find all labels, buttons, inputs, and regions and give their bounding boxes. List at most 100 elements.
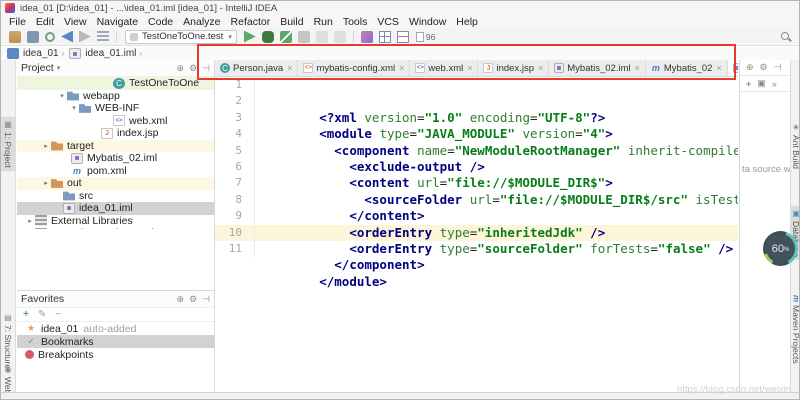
tree-item[interactable]: web.xml	[17, 115, 214, 128]
expander-icon[interactable]: ▸	[41, 142, 51, 150]
tree-item[interactable]: TestOneToOne	[17, 77, 214, 90]
coverage-icon[interactable]	[279, 30, 292, 43]
plugin-badge[interactable]: 96	[415, 31, 435, 42]
stop-icon[interactable]	[297, 30, 310, 43]
code-token: =	[650, 240, 658, 256]
close-icon[interactable]: ×	[538, 63, 543, 73]
tool-window-button[interactable]: ▦ 1: Project	[1, 117, 15, 171]
add-icon[interactable]: +	[746, 79, 751, 89]
annotate-icon[interactable]	[97, 30, 109, 43]
data-grid-icon[interactable]	[378, 30, 391, 43]
tool-window-button[interactable]: m Maven Projects	[791, 292, 799, 367]
step-into-icon[interactable]	[315, 30, 328, 43]
expander-icon[interactable]: ▸	[25, 217, 35, 225]
locate-icon[interactable]: ⊕	[177, 63, 185, 74]
editor-tab[interactable]: Person.java ×	[215, 60, 299, 76]
editor-tab-label: web.xml	[428, 62, 464, 74]
window-title: idea_01 [D:\idea_01] - ...\idea_01.iml […	[20, 2, 278, 14]
chevron-down-icon[interactable]: ▾	[57, 64, 61, 72]
close-icon[interactable]: ×	[399, 63, 404, 73]
menu-item[interactable]: VCS	[372, 16, 404, 28]
code-editor[interactable]: 1 <?xml version="1.0" encoding="UTF-8"?>…	[215, 77, 738, 392]
tree-item[interactable]: ▸ target	[17, 139, 214, 152]
add-favorite-button[interactable]: +	[23, 309, 29, 320]
hide-panel-icon[interactable]: ⊣	[774, 62, 782, 73]
forward-icon[interactable]	[79, 30, 91, 43]
editor-tab[interactable]: web.xml ×	[410, 60, 479, 76]
tree-item[interactable]: ▸ out	[17, 177, 214, 190]
close-icon[interactable]: ×	[635, 63, 640, 73]
sync-icon[interactable]	[45, 31, 55, 42]
favorites-item[interactable]: Bookmarks	[17, 335, 214, 348]
open-icon[interactable]	[9, 30, 21, 43]
favorites-item[interactable]: idea_01 auto-added	[17, 322, 214, 335]
editor-tab[interactable]: idea_01.iml ×	[727, 60, 738, 76]
editor-tab[interactable]: Mybatis_02 ×	[646, 60, 728, 76]
favorites-panel-title: Favorites	[21, 293, 65, 305]
close-icon[interactable]: ×	[287, 63, 292, 73]
gear-icon[interactable]: ⚙	[189, 63, 197, 74]
gear-icon[interactable]: ⚙	[760, 62, 768, 73]
folder-icon	[63, 191, 75, 201]
tree-item[interactable]: ▸ Scratches and Consoles	[17, 227, 214, 229]
folder-icon	[79, 104, 91, 113]
breadcrumb[interactable]: idea_01 ›	[7, 48, 67, 59]
hide-panel-icon[interactable]: ⊣	[202, 294, 210, 305]
close-icon[interactable]: ×	[716, 63, 721, 73]
tree-item[interactable]: pom.xml	[17, 165, 214, 178]
menu-item[interactable]: Navigate	[92, 16, 143, 28]
tree-item[interactable]: ▾ webapp	[17, 90, 214, 103]
tree-item[interactable]: ▸ External Libraries	[17, 215, 214, 228]
tree-item[interactable]: ▾ WEB-INF	[17, 102, 214, 115]
menu-item[interactable]: Analyze	[178, 16, 225, 28]
menu-item[interactable]: Build	[275, 16, 308, 28]
run-config-selector[interactable]: TestOneToOne.test ▾	[125, 29, 237, 44]
edit-favorite-button[interactable]: ✎	[38, 309, 46, 320]
close-icon[interactable]: ×	[467, 63, 472, 73]
more-icon[interactable]: »	[772, 79, 777, 89]
back-icon[interactable]	[61, 30, 73, 43]
locate-icon[interactable]: ⊕	[746, 62, 754, 73]
file-actions-group	[6, 30, 112, 43]
menu-item[interactable]: File	[4, 16, 31, 28]
line-number: 1	[215, 77, 255, 94]
expander-icon[interactable]: ▾	[69, 104, 79, 112]
tool-window-button[interactable]: ✳ Ant Build	[791, 120, 799, 172]
editor-tab[interactable]: Mybatis_02.iml ×	[549, 60, 646, 76]
save-icon[interactable]	[27, 30, 39, 43]
favorites-item[interactable]: Breakpoints	[17, 348, 214, 361]
menu-item[interactable]: Edit	[31, 16, 59, 28]
hide-panel-icon[interactable]: ⊣	[202, 63, 210, 74]
locate-icon[interactable]: ⊕	[177, 294, 185, 305]
tree-item[interactable]: src	[17, 190, 214, 203]
structure-view-icon[interactable]	[396, 30, 409, 43]
progress-value: 60	[771, 242, 784, 255]
copy-icon[interactable]: ▣	[757, 78, 766, 89]
menu-item[interactable]: Refactor	[226, 16, 276, 28]
code-token: version	[522, 126, 576, 142]
debug-icon[interactable]	[261, 30, 274, 43]
xml-file-icon	[303, 63, 314, 73]
menu-item[interactable]: Code	[143, 16, 178, 28]
remove-favorite-button[interactable]: −	[55, 309, 61, 320]
libraries-icon	[35, 215, 47, 227]
editor-tab[interactable]: mybatis-config.xml ×	[298, 60, 411, 76]
menu-item[interactable]: Window	[404, 16, 451, 28]
tree-item[interactable]: index.jsp	[17, 127, 214, 140]
tree-item[interactable]: idea_01.iml	[17, 202, 214, 215]
expander-icon[interactable]: ▾	[57, 92, 67, 100]
tree-item[interactable]: Mybatis_02.iml	[17, 152, 214, 165]
patch-icon[interactable]	[360, 30, 373, 43]
step-over-icon[interactable]	[333, 30, 346, 43]
search-icon[interactable]	[781, 32, 789, 40]
menu-item[interactable]: View	[59, 16, 92, 28]
expander-icon[interactable]: ▸	[41, 179, 51, 187]
tool-window-icon: ▦	[3, 120, 13, 129]
gear-icon[interactable]: ⚙	[189, 294, 197, 305]
menu-item[interactable]: Run	[309, 16, 338, 28]
breadcrumb[interactable]: idea_01.iml ›	[69, 48, 145, 59]
run-icon[interactable]	[243, 30, 256, 43]
editor-tab[interactable]: index.jsp ×	[478, 60, 550, 76]
menu-item[interactable]: Help	[451, 16, 483, 28]
menu-item[interactable]: Tools	[338, 16, 373, 28]
